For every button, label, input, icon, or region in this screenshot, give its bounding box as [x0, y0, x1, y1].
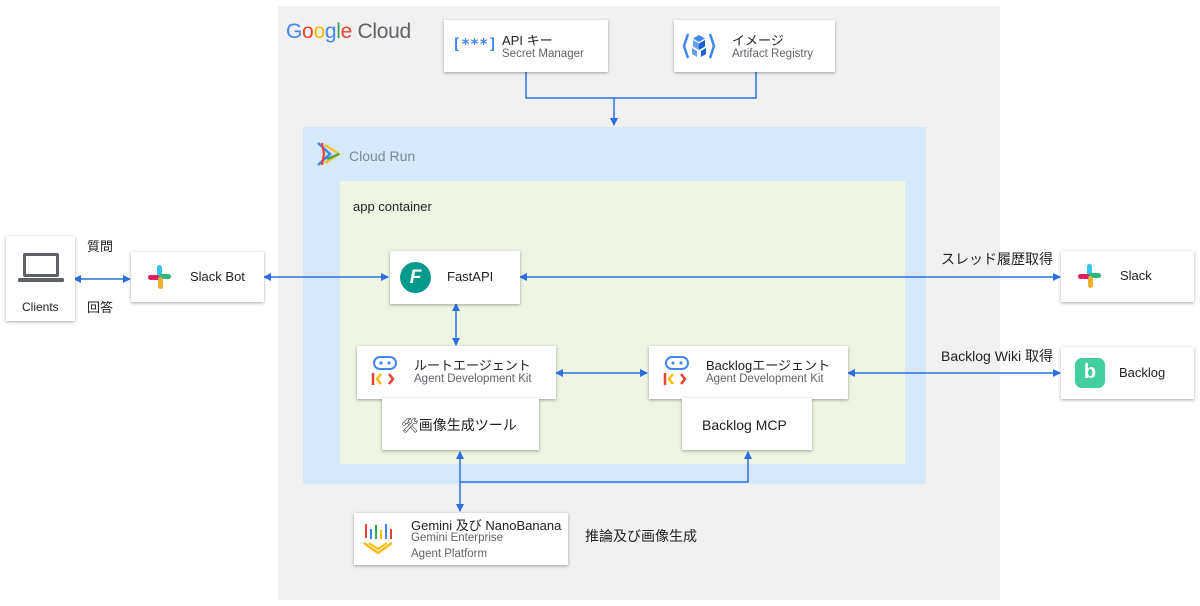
artifact-subtitle: Artifact Registry: [732, 48, 814, 60]
adk-icon: [663, 355, 691, 394]
artifact-registry-icon: [682, 30, 716, 67]
image-tool-label: 🛠画像生成ツール: [401, 417, 517, 433]
fastapi-label: FastAPI: [447, 269, 494, 284]
backlog-agent-subtitle: Agent Development Kit: [706, 373, 824, 385]
root-agent-card[interactable]: ルートエージェント Agent Development Kit: [357, 346, 556, 399]
backlog-agent-card[interactable]: Backlogエージェント Agent Development Kit: [649, 346, 848, 399]
secret-title: API キー: [502, 33, 553, 48]
slack-icon: [1076, 262, 1104, 295]
backlog-mcp-label: Backlog MCP: [702, 417, 787, 433]
edge-label-backlog-wiki: Backlog Wiki 取得: [941, 348, 1054, 364]
edge-label-thread-history: スレッド履歴取得: [941, 251, 1053, 267]
backlog-icon: b: [1075, 358, 1105, 388]
edge-label-answer: 回答: [87, 300, 114, 315]
adk-icon: [371, 355, 399, 394]
root-agent-subtitle: Agent Development Kit: [414, 373, 532, 385]
image-tool-card[interactable]: 🛠画像生成ツール: [382, 398, 539, 450]
backlog-mcp-card[interactable]: Backlog MCP: [682, 398, 812, 450]
artifact-title: イメージ: [732, 33, 784, 48]
root-agent-title: ルートエージェント: [414, 358, 531, 373]
secret-subtitle: Secret Manager: [502, 48, 584, 60]
backlog-agent-title: Backlogエージェント: [706, 358, 830, 373]
artifact-registry-card[interactable]: イメージ Artifact Registry: [674, 20, 835, 72]
clients-label: Clients: [22, 300, 59, 314]
gemini-line3: Agent Platform: [411, 548, 488, 560]
slack-bot-card[interactable]: Slack Bot: [131, 252, 264, 302]
backlog-external-label: Backlog: [1119, 365, 1166, 380]
fastapi-icon: F: [400, 262, 431, 293]
slack-icon: [146, 263, 174, 296]
clients-card[interactable]: Clients: [6, 236, 75, 321]
secret-key-icon: [***]: [452, 35, 498, 53]
fastapi-card[interactable]: F FastAPI: [390, 251, 520, 304]
backlog-external-card[interactable]: b Backlog: [1061, 347, 1194, 399]
laptop-icon: [17, 250, 65, 291]
slack-external-card[interactable]: Slack: [1061, 251, 1194, 302]
edge-label-inference: 推論及び画像生成: [585, 528, 697, 544]
connector-lines: [73, 72, 1061, 512]
gemini-card[interactable]: Gemini 及び NanoBanana Gemini Enterprise A…: [354, 513, 568, 565]
secret-manager-card[interactable]: [***] API キー Secret Manager: [444, 20, 608, 72]
slack-bot-label: Slack Bot: [190, 269, 245, 284]
edge-label-question: 質問: [87, 239, 114, 254]
gemini-agent-platform-icon: [362, 521, 394, 562]
slack-external-label: Slack: [1120, 268, 1152, 283]
gemini-line2: Gemini Enterprise: [411, 532, 504, 544]
